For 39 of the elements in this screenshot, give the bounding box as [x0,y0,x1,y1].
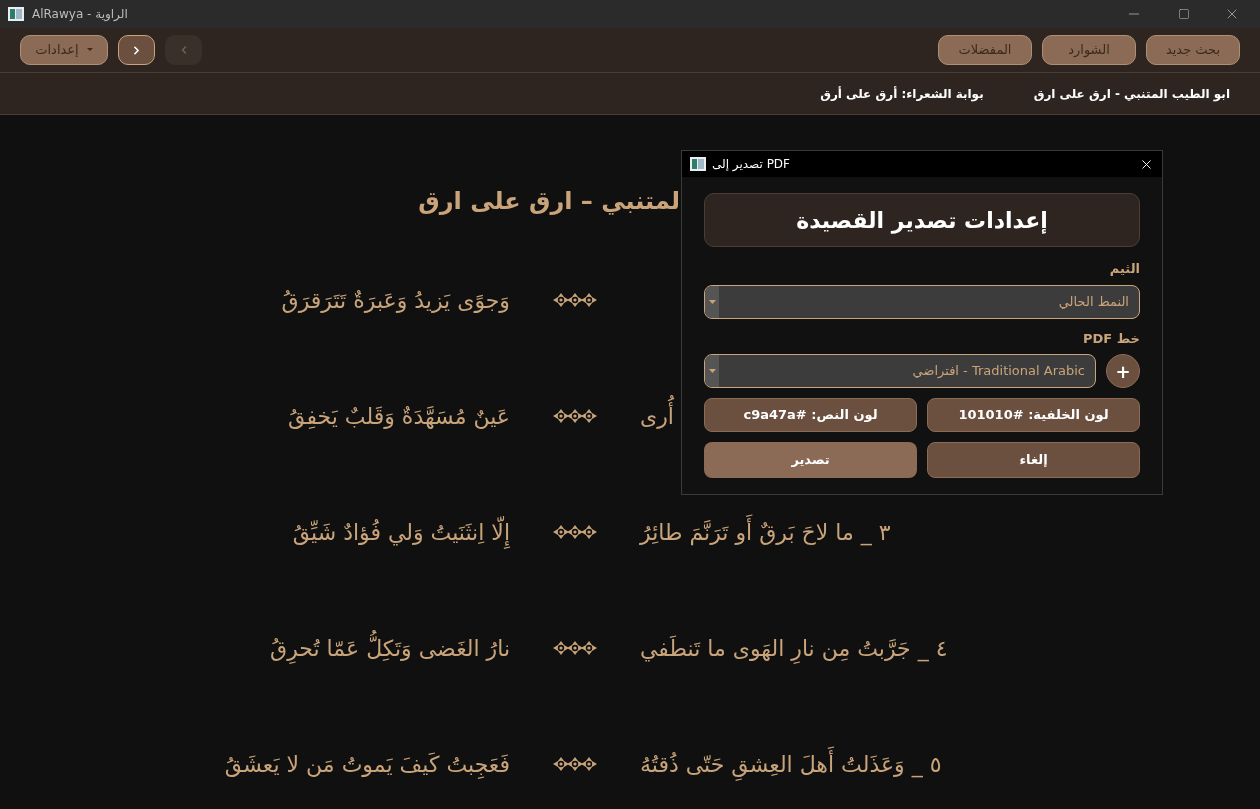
verse-hemistich: ٥ _ وَعَذَلتُ أَهلَ العِشقِ حَتّى ذُقتُهُ [640,747,942,781]
theme-select[interactable]: النمط الحالي [704,284,1140,319]
breadcrumb-label: ابو الطيب المتنبي - ارق على ارق [1033,85,1230,103]
dialog-heading: إعدادات تصدير القصيدة [704,193,1140,247]
toolbar-button[interactable]: بحث جديد [1146,35,1240,65]
export-button[interactable]: تصدير [704,442,917,478]
ornament-icon [553,756,597,772]
verse-hemistich: وَجوًى يَزيدُ وَعَبرَةٌ تَتَرَقرَقُ [281,286,510,315]
verse-hemistich: ٤ _ جَرَّبتُ مِن نارِ الهَوى ما تَنطَفي [640,631,948,665]
poem-title: لمتنبي – ارق على ارق [418,186,680,217]
toolbar-button[interactable]: الشوارد [1042,35,1136,65]
forward-button[interactable] [118,35,155,65]
caret-icon [708,369,716,373]
app-icon [8,7,24,21]
cancel-button[interactable]: إلغاء [927,442,1140,478]
ornament-icon [553,292,597,308]
theme-label: الثيم [1108,260,1140,278]
app-icon [690,157,706,171]
ornament-icon [553,640,597,656]
ornament-icon [553,408,597,424]
verse-hemistich: فَعَجِبتُ كَيفَ يَموتُ مَن لا يَعشَقُ [224,750,510,781]
caret-icon [708,299,716,304]
maximize-icon[interactable] [1178,8,1190,20]
verse-hemistich: نارُ الغَضى وَتَكِلُّ عَمّا تُحرِقُ [270,631,510,665]
add-font-button[interactable]: + [1106,354,1140,388]
verse-hemistich: عَينٌ مُسَهَّدَةٌ وَقَلبٌ يَخفِقُ [288,402,510,431]
verse-hemistich: إِلّا اِنثَنَيتُ وَلي فُؤادٌ شَيِّقُ [292,515,510,549]
dialog-title: تصدير إلى PDF [712,156,790,173]
breadcrumb-label: بوابة الشعراء: أرق على أرق [820,85,984,103]
ornament-icon [553,524,597,540]
font-label: خط PDF [1081,329,1140,348]
settings-dropdown-button[interactable]: إعدادات [20,35,108,65]
toolbar-button[interactable]: المفضلات [938,35,1032,65]
caret-icon [86,48,93,52]
color-picker-button[interactable]: لون الخلفية: #101010 [927,398,1140,432]
window-title: AlRawya - الراوية [32,6,128,23]
verse-hemistich: ٣ _ ما لاحَ بَرقٌ أَو تَرَنَّمَ طائِرُ [640,515,891,549]
color-picker-button[interactable]: لون النص: #c9a47a [704,398,917,432]
font-select[interactable]: Traditional Arabic - افتراضي [704,354,1096,388]
